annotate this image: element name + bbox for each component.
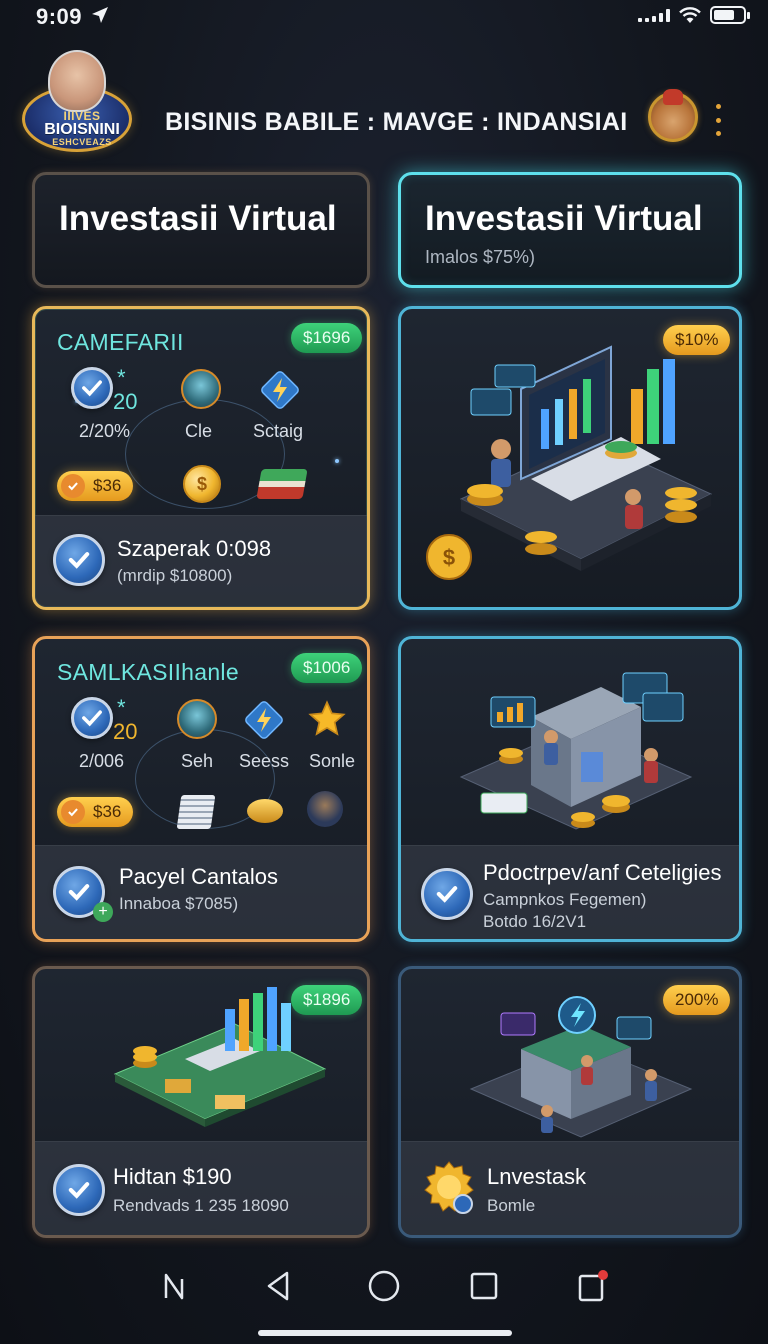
lightning-icon [261,371,299,409]
card-footer-title: Lnvestask [487,1164,587,1189]
recents-icon[interactable] [462,1264,506,1308]
card-footer-subtitle: Rendvads 1 235 18090 [113,1196,289,1215]
home-icon[interactable] [362,1264,406,1308]
logo-line-2: BIOISNINI [44,121,120,138]
tab-investasi-virtual-2[interactable]: Investasii Virtual Imalos $75%) [398,172,742,288]
app-header: IIIVES BIOISNINI ESHCVEAZS BISINIS BABIL… [0,44,768,164]
status-time: 9:09 [36,4,83,29]
card-footer-detail: Botdo 16/2V1 [483,912,587,931]
person-icon [181,369,221,409]
investment-card-6[interactable]: 200% Lnvestask Bomle [398,966,742,1238]
card-footer: Lnvestask Bomle [401,1141,739,1235]
check-stat-icon [71,697,113,739]
wifi-icon [679,7,701,23]
signal-icon [638,8,670,22]
tab-label: Investasii Virtual [59,199,337,238]
card-title: SAMLKASIIhanle [57,659,239,685]
location-arrow-icon [92,7,108,23]
stat-label: 2/20% [79,421,131,441]
investment-card-5[interactable]: $1896 Hidtan $190 Rendvads 1 235 18090 [32,966,370,1238]
card-footer-title: Pacyel Cantalos [119,864,278,889]
check-mini-icon [61,800,85,824]
dollar-coin-icon: $ [183,465,221,503]
gold-ingot-icon [247,799,283,823]
person-icon [177,699,217,739]
card-footer-subtitle: Bomle [487,1196,536,1215]
tab-investasi-virtual-1[interactable]: Investasii Virtual [32,172,370,288]
star-icon [308,700,346,736]
system-nav-bar [0,1250,768,1322]
card-footer-subtitle: Innaboa $7085) [119,894,239,913]
stat-label: Seess [239,751,290,771]
stat-label: Sonle [309,751,356,771]
logo-text: IIIVES BIOISNINI ESHCVEAZS [36,110,128,147]
stat-label: Cle [185,421,213,441]
tab-sublabel: Imalos $75%) [425,247,536,267]
office-building-illustration [459,672,693,830]
profile-avatar[interactable] [648,89,698,142]
check-stat-icon [71,367,113,409]
paper-stack-icon [176,795,216,829]
battery-icon [710,6,750,24]
laptop-workspace-illustration: $ [426,345,713,580]
card-footer: Szaperak 0:098 (mrdip $10800) [35,515,367,607]
star-small-icon: * [117,695,126,720]
card-footer-subtitle: (mrdip $10800) [117,566,233,585]
check-mini-icon [61,474,85,498]
card-footer-title: Pdoctrpev/anf Ceteligies [483,860,722,885]
app-title: BISINIS BABILE : MAVGE : INDANSIAI [165,108,628,136]
card-footer: + Pacyel Cantalos Innaboa $7085) [35,845,367,939]
stat-label: Sctaig [253,421,304,441]
logo-portrait [48,50,106,112]
stat-value: 20 [113,389,138,414]
notification-icon[interactable] [570,1264,614,1308]
app-logo[interactable]: IIIVES BIOISNINI ESHCVEAZS [22,50,140,156]
investment-card-1[interactable]: CAMEFARII $1696 20 * 2/20% Cle Sctaig $3… [32,306,370,610]
svg-text:$: $ [443,545,455,570]
gold-seal-icon [424,1161,474,1214]
card-footer-title: Szaperak 0:098 [117,536,272,561]
verified-check-icon [421,868,473,920]
price-text: $36 [93,802,122,821]
agent-icon [307,791,343,827]
value-badge: $1006 [291,653,363,683]
logo-line-3: ESHCVEAZS [52,137,112,147]
value-badge: $1696 [291,323,363,353]
trading-hub-illustration [469,996,693,1138]
verified-check-icon [53,534,105,586]
investment-card-3[interactable]: SAMLKASIIhanle $1006 20 * 2/006 Seh Sees… [32,636,370,942]
card-footer-title: Hidtan $190 [113,1164,232,1189]
cash-stack-icon [256,469,308,499]
plus-mini-icon: + [93,902,113,922]
price-badge: $36 [57,797,134,827]
tab-label: Investasii Virtual [425,199,703,238]
status-icons [638,6,750,24]
investment-card-4[interactable]: Pdoctrpev/anf Ceteligies Campnkos Fegeme… [398,636,742,942]
home-indicator[interactable] [258,1330,512,1336]
back-icon[interactable] [256,1264,300,1308]
investment-card-2[interactable]: $10% $ [398,306,742,610]
stat-label: Seh [181,751,214,771]
more-options-icon[interactable] [710,104,726,136]
card-title: CAMEFARII [57,329,184,355]
status-bar: 9:09 [0,0,768,34]
stat-label: 2/006 [79,751,125,771]
card-footer: Hidtan $190 Rendvads 1 235 18090 [35,1141,367,1235]
price-text: $36 [93,476,122,495]
price-badge: $36 [57,471,134,501]
star-small-icon: * [117,365,126,390]
card-footer: Pdoctrpev/anf Ceteligies Campnkos Fegeme… [401,845,739,939]
growth-chart-illustration [113,987,327,1127]
lightning-icon [245,701,283,739]
stat-value: 20 [113,719,138,744]
back-gesture-icon[interactable] [152,1264,196,1308]
verified-check-icon [53,1164,105,1216]
card-footer-subtitle: Campnkos Fegemen) [483,890,647,909]
